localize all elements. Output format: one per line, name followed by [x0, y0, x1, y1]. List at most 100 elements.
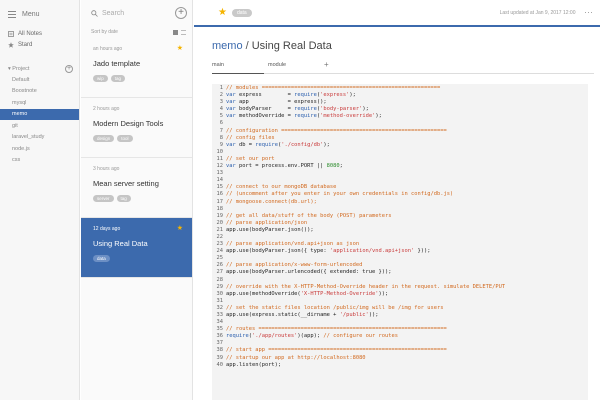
code-line[interactable]: 40 app.listen(port); [212, 362, 588, 369]
code-text[interactable]: var methodOverride = require('method-ove… [226, 113, 382, 120]
code-text[interactable]: app.use(express.static(__dirname + '/pub… [226, 312, 379, 319]
code-line[interactable]: 36 require('./app/routes')(app); // confi… [212, 333, 588, 340]
code-text[interactable]: // mongoose.connect(db.url); [226, 199, 317, 206]
code-line[interactable]: 16// (uncomment after you enter in your … [212, 191, 588, 198]
tag-badge[interactable]: tool [117, 135, 133, 142]
tag-badge[interactable]: design [93, 135, 115, 142]
code-line[interactable]: 39// startup our app at http://localhost… [212, 355, 588, 362]
code-line[interactable]: 25 [212, 255, 588, 262]
list-item[interactable]: 3 hours ago Mean server setting server t… [81, 158, 192, 218]
folder-default[interactable]: Default [0, 74, 79, 86]
code-text[interactable]: // configuration =======================… [226, 128, 447, 135]
code-text[interactable]: // parse application/json [226, 220, 307, 227]
code-text[interactable]: // get all data/stuff of the body (POST)… [226, 213, 392, 220]
more-menu-icon[interactable] [584, 11, 592, 14]
list-item-active[interactable]: 12 days ago Using Real Data data ★ [81, 218, 192, 278]
tag-badge[interactable]: server [93, 195, 114, 202]
list-item[interactable]: an hours ago Jado template wip tag ★ [81, 38, 192, 98]
code-text[interactable]: // routes ==============================… [226, 326, 447, 333]
code-line[interactable]: 24 app.use(bodyParser.json({ type: 'appli… [212, 248, 588, 255]
folder-nodejs[interactable]: node.js [0, 143, 79, 155]
code-line[interactable]: 3 var app = express(); [212, 99, 588, 106]
code-line[interactable]: 19// get all data/stuff of the body (POS… [212, 213, 588, 220]
code-text[interactable]: require('./app/routes')(app); // configu… [226, 333, 398, 340]
code-line[interactable]: 34 [212, 319, 588, 326]
code-text[interactable]: var port = process.env.PORT || 8080; [226, 163, 343, 170]
code-line[interactable]: 33 app.use(express.static(__dirname + '/p… [212, 312, 588, 319]
code-text[interactable]: // parse application/x-www-form-urlencod… [226, 262, 362, 269]
folder-mysql[interactable]: mysql [0, 97, 79, 109]
code-text[interactable]: app.listen(port); [226, 362, 281, 369]
code-line[interactable]: 7// configuration ======================… [212, 128, 588, 135]
code-line[interactable]: 12 var port = process.env.PORT || 8080; [212, 163, 588, 170]
tab-module[interactable]: module [268, 62, 324, 73]
code-text[interactable]: app.use(bodyParser.urlencoded({ extended… [226, 269, 392, 276]
code-line[interactable]: 17// mongoose.connect(db.url); [212, 199, 588, 206]
code-line[interactable]: 18 [212, 206, 588, 213]
new-note-button[interactable]: + [175, 7, 187, 19]
code-line[interactable]: 4 var bodyParser = require('body-parser')… [212, 106, 588, 113]
folder-css[interactable]: css [0, 155, 79, 167]
add-tab-button[interactable]: + [324, 61, 344, 73]
sort-dropdown[interactable]: Sort by date [91, 29, 118, 35]
code-text[interactable]: // set our port [226, 156, 275, 163]
list-view-icon[interactable] [181, 29, 186, 35]
code-text[interactable]: var app = express(); [226, 99, 327, 106]
code-line[interactable]: 21 app.use(bodyParser.json()); [212, 227, 588, 234]
code-line[interactable]: 31 [212, 298, 588, 305]
tag-badge[interactable]: data [93, 255, 110, 262]
star-toggle-icon[interactable]: ★ [218, 7, 227, 18]
code-line[interactable]: 11// set our port [212, 156, 588, 163]
search-bar[interactable]: Search + [81, 0, 192, 26]
tag-badge[interactable]: wip [93, 75, 108, 82]
code-line[interactable]: 30 app.use(methodOverride('X-HTTP-Method-… [212, 291, 588, 298]
code-line[interactable]: 10 [212, 149, 588, 156]
code-line[interactable]: 9 var db = require('./config/db'); [212, 142, 588, 149]
code-text[interactable]: // startup our app at http://localhost:8… [226, 355, 366, 362]
tab-main[interactable]: main [212, 62, 268, 74]
folder-laravel-study[interactable]: laravel_study [0, 132, 79, 144]
code-line[interactable]: 5 var methodOverride = require('method-ov… [212, 113, 588, 120]
project-label[interactable]: ▾ Project [8, 66, 29, 72]
code-line[interactable]: 27 app.use(bodyParser.urlencoded({ extend… [212, 269, 588, 276]
code-line[interactable]: 8// config files [212, 135, 588, 142]
sidebar-item-stard[interactable]: Stard [0, 39, 79, 50]
code-line[interactable]: 13 [212, 170, 588, 177]
code-text[interactable]: // set the static files location /public… [226, 305, 443, 312]
view-toggle[interactable] [173, 29, 186, 35]
folder-git[interactable]: git [0, 120, 79, 132]
star-icon[interactable]: ★ [177, 224, 183, 232]
code-text[interactable]: // config files [226, 135, 275, 142]
code-text[interactable]: // parse application/vnd.api+json as jso… [226, 241, 359, 248]
code-line[interactable]: 35// routes ============================… [212, 326, 588, 333]
sidebar-item-all-notes[interactable]: All Notes [0, 28, 79, 39]
code-text[interactable]: app.use(bodyParser.json()); [226, 227, 314, 234]
code-line[interactable]: 26// parse application/x-www-form-urlenc… [212, 262, 588, 269]
code-text[interactable]: // modules =============================… [226, 85, 440, 92]
code-line[interactable]: 37 [212, 340, 588, 347]
code-text[interactable]: // start app ===========================… [226, 347, 447, 354]
code-text[interactable]: var express = require('express'); [226, 92, 356, 99]
code-line[interactable]: 20// parse application/json [212, 220, 588, 227]
code-line[interactable]: 23// parse application/vnd.api+json as j… [212, 241, 588, 248]
code-text[interactable]: app.use(bodyParser.json({ type: 'applica… [226, 248, 430, 255]
code-text[interactable]: // override with the X-HTTP-Method-Overr… [226, 284, 505, 291]
code-line[interactable]: 32// set the static files location /publ… [212, 305, 588, 312]
code-content[interactable]: 1// modules ============================… [212, 84, 588, 369]
code-text[interactable]: var bodyParser = require('body-parser'); [226, 106, 369, 113]
tag-badge[interactable]: tag [116, 195, 131, 202]
code-line[interactable]: 15// connect to our mongoDB database [212, 184, 588, 191]
code-line[interactable]: 22 [212, 234, 588, 241]
code-text[interactable]: // connect to our mongoDB database [226, 184, 336, 191]
star-icon[interactable]: ★ [177, 44, 183, 52]
search-input[interactable]: Search [102, 10, 171, 17]
grid-view-icon[interactable] [173, 29, 178, 35]
tag-badge[interactable]: tag [110, 75, 126, 82]
list-item[interactable]: 2 hours ago Modern Design Tools design t… [81, 98, 192, 158]
tag-badge[interactable]: data [231, 8, 252, 17]
code-line[interactable]: 1// modules ============================… [212, 85, 588, 92]
code-line[interactable]: 38// start app =========================… [212, 347, 588, 354]
folder-boostnote[interactable]: Boostnote [0, 86, 79, 98]
code-line[interactable]: 28 [212, 277, 588, 284]
code-text[interactable]: app.use(methodOverride('X-HTTP-Method-Ov… [226, 291, 388, 298]
